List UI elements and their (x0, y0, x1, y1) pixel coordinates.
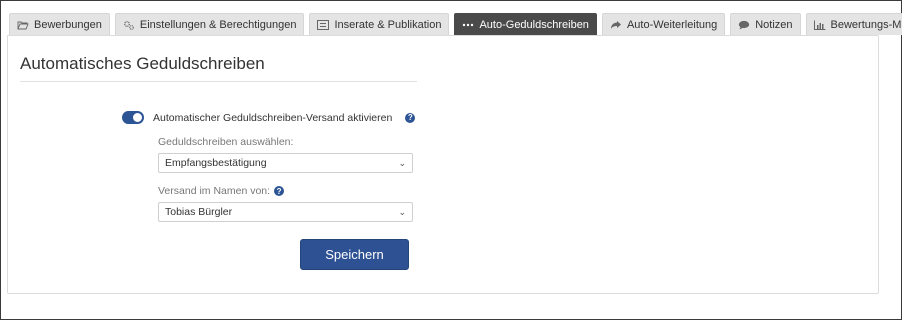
save-button[interactable]: Speichern (300, 239, 409, 270)
auto-send-toggle-row: Automatischer Geduldschreiben-Versand ak… (122, 111, 416, 124)
tab-notizen[interactable]: Notizen (730, 13, 801, 35)
tab-auto-geduldschreiben[interactable]: Auto-Geduldschreiben (454, 13, 597, 35)
tab-einstellungen[interactable]: Einstellungen & Berechtigungen (114, 13, 305, 35)
sender-select-label-text: Versand im Namen von: (158, 185, 271, 197)
comment-icon (738, 19, 750, 31)
tab-label: Auto-Geduldschreiben (479, 18, 589, 31)
window-frame: Bewerbungen Einstellungen & Berechtigung… (0, 0, 902, 320)
ellipsis-icon (462, 19, 474, 31)
bar-chart-icon (813, 19, 826, 31)
tab-bar: Bewerbungen Einstellungen & Berechtigung… (9, 13, 902, 35)
tab-label: Bewerbungen (34, 18, 102, 31)
share-arrow-icon (610, 19, 622, 31)
tab-inserate[interactable]: Inserate & Publikation (309, 13, 450, 35)
template-select-value: Empfangsbestätigung (165, 157, 267, 169)
sender-select-value: Tobias Bürgler (165, 206, 233, 218)
template-select[interactable]: Empfangsbestätigung ⌄ (158, 153, 413, 173)
sender-select-label: Versand im Namen von: ? (158, 185, 285, 197)
tab-label: Einstellungen & Berechtigungen (139, 18, 297, 31)
template-select-label-text: Geduldschreiben auswählen: (158, 136, 294, 148)
sender-select[interactable]: Tobias Bürgler ⌄ (158, 202, 413, 222)
tab-label: Bewertungs-Matrix (830, 18, 902, 31)
chevron-down-icon: ⌄ (398, 206, 406, 217)
tab-auto-weiterleitung[interactable]: Auto-Weiterleitung (601, 13, 726, 35)
tab-label: Notizen (755, 18, 793, 31)
chevron-down-icon: ⌄ (398, 157, 406, 168)
tab-label: Inserate & Publikation (334, 18, 442, 31)
tab-content-panel: Automatisches Geduldschreiben Automatisc… (7, 35, 879, 294)
tab-label: Auto-Weiterleitung (626, 18, 718, 31)
list-alt-icon (317, 19, 330, 31)
help-icon[interactable]: ? (274, 186, 285, 196)
tab-bewerbungen[interactable]: Bewerbungen (9, 13, 110, 35)
tab-bewertungs-matrix[interactable]: Bewertungs-Matrix (805, 13, 902, 35)
toggle-knob (133, 113, 142, 122)
auto-send-toggle[interactable] (122, 111, 144, 124)
gears-icon (123, 19, 135, 31)
help-icon[interactable]: ? (405, 112, 416, 123)
auto-send-toggle-label: Automatischer Geduldschreiben-Versand ak… (153, 111, 393, 124)
template-select-label: Geduldschreiben auswählen: (158, 136, 293, 148)
section-heading: Automatisches Geduldschreiben (20, 54, 417, 82)
folder-open-icon (17, 19, 29, 31)
